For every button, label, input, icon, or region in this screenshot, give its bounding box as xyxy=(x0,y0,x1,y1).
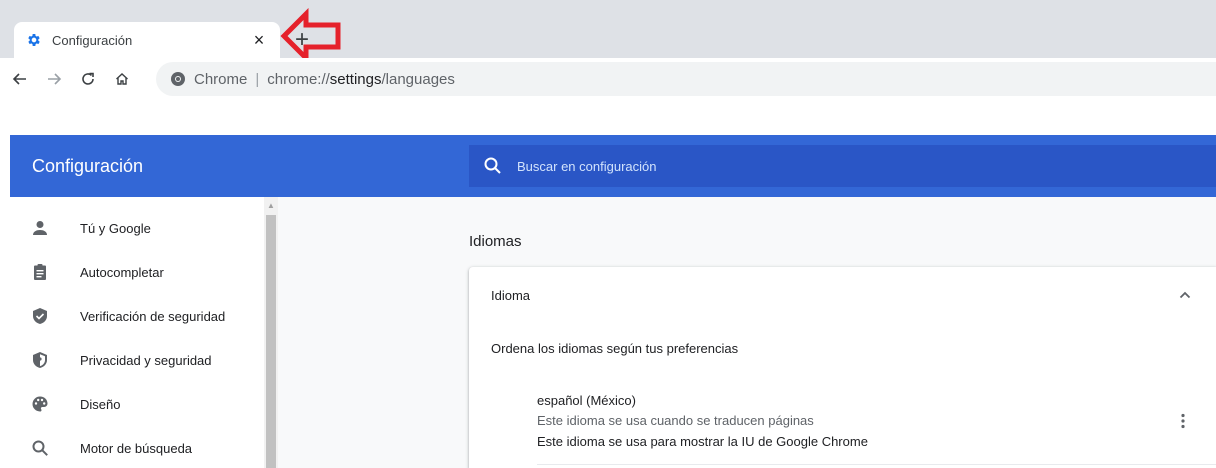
page-title: Configuración xyxy=(32,155,144,176)
language-divider xyxy=(537,464,1216,465)
sidebar-item-label: Verificación de seguridad xyxy=(80,308,226,324)
tab-title: Configuración xyxy=(52,32,133,48)
sidebar: Tú y Google Autocompletar Verificación d… xyxy=(10,197,278,468)
language-name: español (México) xyxy=(537,393,636,408)
shield-half-icon xyxy=(30,350,50,370)
search-input[interactable]: Buscar en configuración xyxy=(469,145,1216,187)
language-translate-note: Este idioma se usa cuando se traducen pá… xyxy=(537,413,814,428)
sidebar-item-privacy[interactable]: Privacidad y seguridad xyxy=(10,338,262,382)
shield-check-icon xyxy=(30,306,50,326)
sidebar-item-you-and-google[interactable]: Tú y Google xyxy=(10,206,262,250)
url-separator: | xyxy=(255,70,260,88)
annotation-arrow-icon xyxy=(280,8,341,64)
address-bar[interactable]: Chrome | chrome://settings/languages xyxy=(156,62,1216,96)
site-chip: Chrome xyxy=(194,70,248,88)
language-ui-note: Este idioma se usa para mostrar la IU de… xyxy=(537,434,868,449)
sidebar-item-label: Diseño xyxy=(80,396,121,412)
sidebar-item-label: Autocompletar xyxy=(80,264,164,280)
reload-icon[interactable] xyxy=(74,65,102,93)
url-prefix: chrome:// xyxy=(267,70,330,88)
order-description: Ordena los idiomas según tus preferencia… xyxy=(491,341,739,356)
chevron-up-icon[interactable] xyxy=(1175,285,1195,305)
sidebar-item-search-engine[interactable]: Motor de búsqueda xyxy=(10,426,262,468)
language-row-title[interactable]: Idioma xyxy=(491,288,530,303)
search-placeholder: Buscar en configuración xyxy=(517,158,657,174)
scroll-up-arrow-icon[interactable]: ▲ xyxy=(264,201,278,211)
more-vert-icon[interactable] xyxy=(1173,409,1193,433)
clipboard-icon xyxy=(30,262,50,282)
sidebar-item-appearance[interactable]: Diseño xyxy=(10,382,262,426)
section-title: Idiomas xyxy=(469,233,522,250)
tab-strip: Configuración × + xyxy=(0,0,1216,64)
search-icon xyxy=(483,156,503,176)
palette-icon xyxy=(30,394,50,414)
search-icon xyxy=(30,438,50,458)
person-icon xyxy=(30,218,50,238)
scrollbar-thumb[interactable] xyxy=(266,215,276,468)
languages-card: Idioma Ordena los idiomas según tus pref… xyxy=(469,267,1216,468)
sidebar-item-autofill[interactable]: Autocompletar xyxy=(10,250,262,294)
settings-header: Configuración Buscar en configuración xyxy=(10,135,1216,197)
sidebar-item-safety-check[interactable]: Verificación de seguridad xyxy=(10,294,262,338)
url-text: chrome://settings/languages xyxy=(267,71,455,88)
url-path: /languages xyxy=(381,70,455,88)
forward-icon[interactable] xyxy=(40,65,68,93)
gear-icon xyxy=(26,32,42,48)
home-icon[interactable] xyxy=(108,65,136,93)
url-host: settings xyxy=(329,70,382,88)
back-icon[interactable] xyxy=(6,65,34,93)
sidebar-item-label: Privacidad y seguridad xyxy=(80,352,212,368)
sidebar-scrollbar[interactable]: ▲ xyxy=(264,197,278,468)
sidebar-item-label: Tú y Google xyxy=(80,220,151,236)
sidebar-item-label: Motor de búsqueda xyxy=(80,440,193,456)
main-content: Idiomas Idioma Ordena los idiomas según … xyxy=(278,197,1216,468)
close-tab-icon[interactable]: × xyxy=(250,30,268,50)
chrome-icon xyxy=(170,71,186,87)
tab-settings[interactable]: Configuración × xyxy=(14,22,280,58)
card-divider xyxy=(469,323,1216,324)
browser-toolbar: Chrome | chrome://settings/languages xyxy=(0,58,1216,100)
